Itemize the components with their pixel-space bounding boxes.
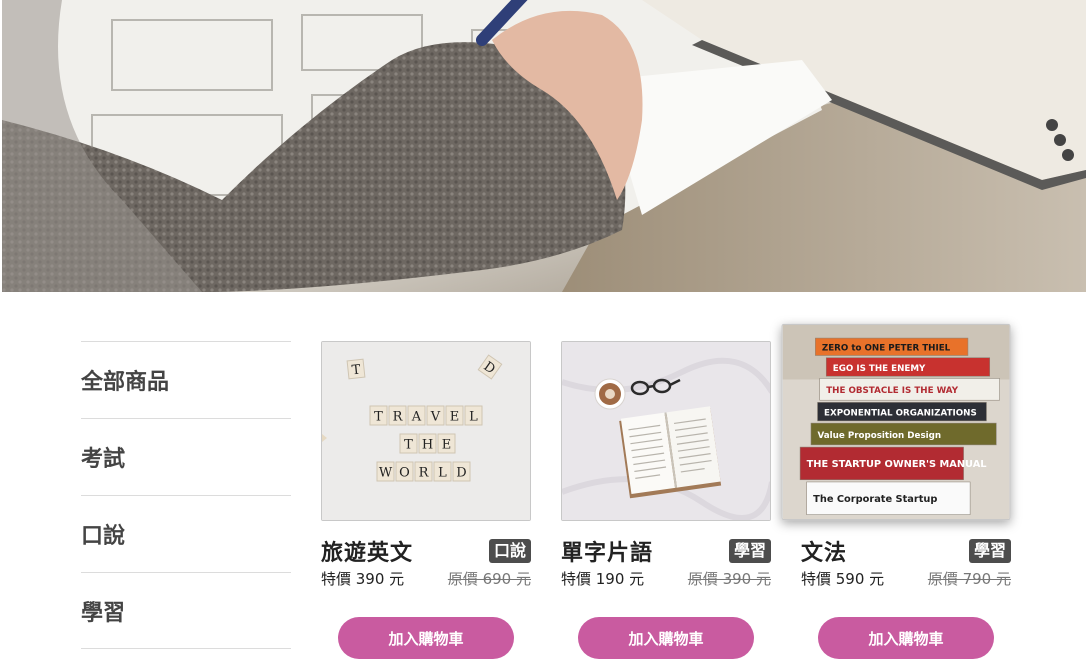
product-card: T D TRAVELTHEWORLD 旅遊英文 口說 特價 390 元 原價 6… <box>321 341 531 659</box>
product-name: 旅遊英文 <box>321 541 414 566</box>
add-to-cart-button[interactable]: 加入購物車 <box>818 617 994 659</box>
sidebar-item-exam[interactable]: 考試 <box>81 418 291 495</box>
sidebar-item-label: 口說 <box>81 524 126 549</box>
sidebar-item-label: 學習 <box>81 600 126 626</box>
tile-letter: R <box>419 466 430 481</box>
product-image[interactable]: T D TRAVELTHEWORLD <box>321 341 531 521</box>
product-name: 文法 <box>801 541 848 566</box>
tile-letter: L <box>469 410 478 425</box>
sidebar-item-learning[interactable]: 學習 <box>81 572 291 649</box>
tile-letter: L <box>438 466 447 481</box>
product-card: ZERO to ONE PETER THIEL EGO IS THE ENEMY T… <box>781 323 1011 659</box>
product-image[interactable] <box>561 341 771 521</box>
book-stack: ZERO to ONE PETER THIEL EGO IS THE ENEMY T… <box>799 337 1000 515</box>
product-image[interactable]: ZERO to ONE PETER THIEL EGO IS THE ENEMY T… <box>781 323 1011 521</box>
tile-letter: H <box>422 438 433 453</box>
sidebar-item-speaking[interactable]: 口說 <box>81 495 291 572</box>
category-badge: 口說 <box>488 539 531 563</box>
book-title: ZERO to ONE PETER THIEL <box>822 344 951 354</box>
sidebar-item-label: 考試 <box>81 447 126 472</box>
tile-letter: V <box>430 410 441 425</box>
book-title: THE STARTUP OWNER'S MANUAL <box>807 459 987 470</box>
add-to-cart-button[interactable]: 加入購物車 <box>338 617 514 659</box>
book-title: EGO IS THE ENEMY <box>833 364 926 374</box>
sale-price: 特價 590 元 <box>801 570 885 588</box>
category-badge: 學習 <box>728 539 771 563</box>
book-title: EXPONENTIAL ORGANIZATIONS <box>824 408 977 418</box>
product-name: 單字片語 <box>561 541 654 566</box>
sale-price: 特價 390 元 <box>321 570 405 588</box>
category-badge: 學習 <box>968 539 1011 563</box>
book-title: The Corporate Startup <box>813 494 937 505</box>
tile-letter: D <box>456 466 466 481</box>
original-price: 原價 790 元 <box>927 570 1011 588</box>
original-price: 原價 390 元 <box>687 570 771 588</box>
tile-letter: T <box>404 438 413 453</box>
hero-banner-image <box>2 0 1086 292</box>
tile-letter: E <box>450 410 460 425</box>
book-title: Value Proposition Design <box>818 431 942 441</box>
tile-letter: T <box>374 410 383 425</box>
tile-letter: R <box>393 410 404 425</box>
original-price: 原價 690 元 <box>447 570 531 588</box>
tile-letter: O <box>399 466 410 481</box>
tile-letter: A <box>411 410 422 425</box>
sidebar-item-all-products[interactable]: 全部商品 <box>81 341 291 418</box>
category-sidebar: 全部商品 考試 口說 學習 <box>81 341 291 649</box>
tile-letter: E <box>442 438 452 453</box>
book-title: THE OBSTACLE IS THE WAY <box>826 386 958 396</box>
sale-price: 特價 190 元 <box>561 570 645 588</box>
product-card: 單字片語 學習 特價 190 元 原價 390 元 加入購物車 <box>561 341 771 659</box>
tile-letter: W <box>379 466 393 481</box>
add-to-cart-button[interactable]: 加入購物車 <box>578 617 754 659</box>
sidebar-item-label: 全部商品 <box>81 370 170 395</box>
